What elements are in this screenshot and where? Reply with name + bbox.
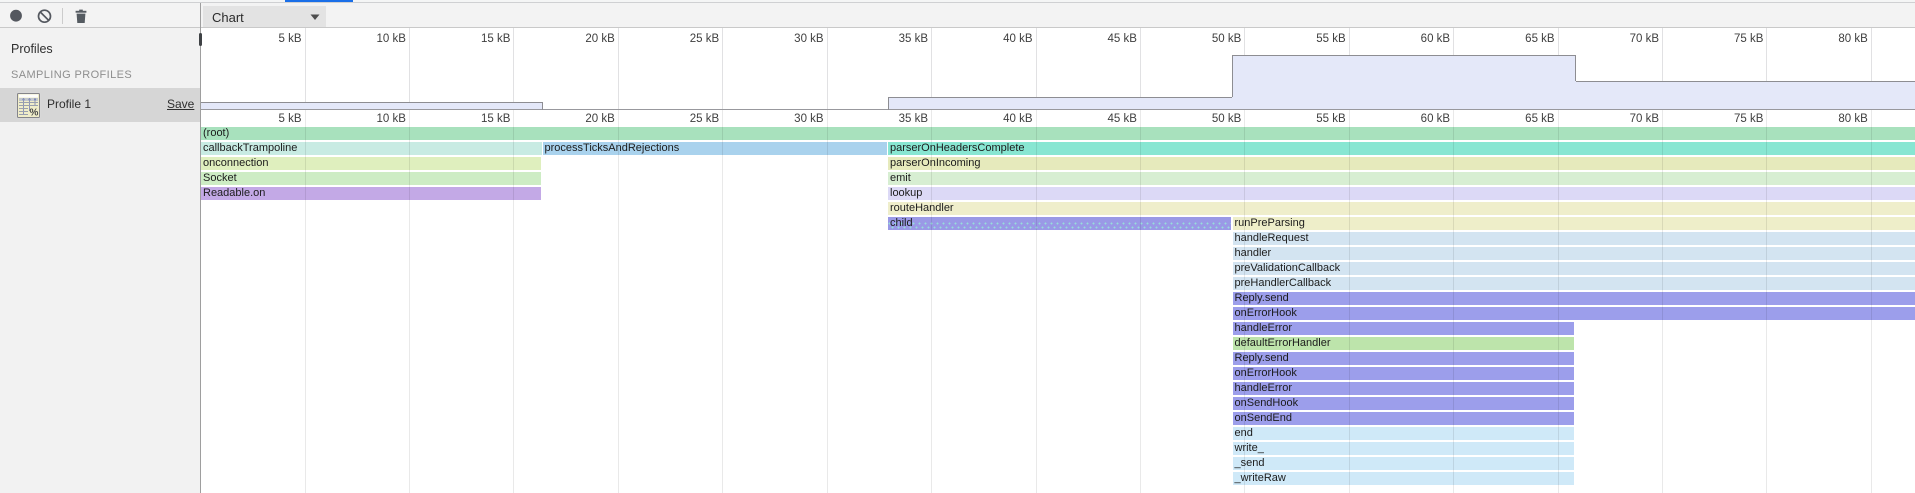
svg-text:%: %	[30, 108, 39, 119]
